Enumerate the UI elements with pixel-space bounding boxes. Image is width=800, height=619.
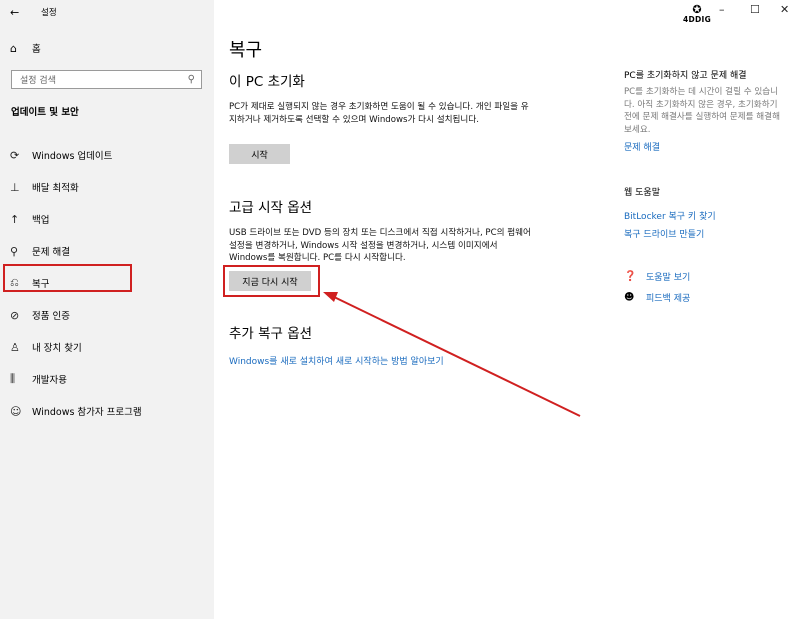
- logo-mark-icon: ✪: [692, 3, 702, 16]
- fresh-install-link[interactable]: Windows를 새로 설치하여 새로 시작하는 방법 알아보기: [229, 354, 444, 367]
- sidebar: ← 설정 ⌂ 홈 설정 검색 ⚲ 업데이트 및 보안 ⟳ Windows 업데이…: [0, 0, 214, 619]
- home-icon: ⌂: [10, 41, 17, 55]
- sidebar-item-label: 내 장치 찾기: [32, 343, 82, 354]
- reset-description: PC가 제대로 실행되지 않는 경우 초기화하면 도움이 될 수 있습니다. 개…: [229, 102, 529, 125]
- page-title: 복구: [229, 40, 263, 61]
- sidebar-item-label: 개발자용: [32, 375, 67, 386]
- home-label: 홈: [32, 44, 41, 55]
- advanced-startup-description: USB 드라이브 또는 DVD 등의 장치 또는 디스크에서 직접 시작하거나,…: [229, 228, 531, 263]
- sidebar-item-label: Windows 업데이트: [32, 151, 113, 162]
- sidebar-highlight-annotation: [3, 264, 132, 292]
- get-help-row[interactable]: ❓ 도움말 보기: [624, 270, 690, 283]
- insider-icon: ☺: [10, 404, 22, 418]
- sidebar-item-windows-update[interactable]: ⟳ Windows 업데이트: [0, 139, 214, 171]
- sidebar-item-label: 정품 인증: [32, 311, 70, 322]
- check-circle-icon: ⊘: [10, 308, 20, 322]
- sidebar-item-activation[interactable]: ⊘ 정품 인증: [0, 299, 214, 331]
- sidebar-item-home[interactable]: ⌂ 홈: [10, 41, 41, 56]
- backup-icon: ↑: [10, 212, 20, 226]
- sidebar-item-troubleshoot[interactable]: ⚲ 문제 해결: [0, 235, 214, 267]
- developer-icon: ⫼: [10, 372, 16, 385]
- find-device-icon: ♙: [10, 340, 20, 354]
- search-input[interactable]: 설정 검색 ⚲: [11, 70, 202, 89]
- bitlocker-link[interactable]: BitLocker 복구 키 찾기: [624, 209, 716, 222]
- close-button[interactable]: ✕: [780, 3, 789, 16]
- back-arrow-icon[interactable]: ←: [10, 6, 32, 19]
- sync-icon: ⟳: [10, 148, 20, 162]
- sidebar-item-insider[interactable]: ☺ Windows 참가자 프로그램: [0, 395, 214, 427]
- back-row: ← 설정: [10, 5, 57, 19]
- sidebar-item-developers[interactable]: ⫼ 개발자용: [0, 363, 214, 395]
- right-panel-title: PC를 초기화하지 않고 문제 해결: [624, 71, 747, 81]
- feedback-icon: ☻: [624, 292, 635, 303]
- right-panel-text: PC를 초기화하는 데 시간이 걸릴 수 있습니다. 아직 초기화하지 않은 경…: [624, 87, 780, 135]
- sidebar-item-label: 백업: [32, 215, 50, 226]
- more-recovery-heading: 추가 복구 옵션: [229, 326, 313, 342]
- restart-button-highlight-annotation: [223, 265, 320, 297]
- 4ddig-logo: ✪ 4DDIG: [680, 4, 714, 24]
- reset-heading: 이 PC 초기화: [229, 74, 305, 90]
- window-title: 설정: [41, 8, 57, 18]
- sidebar-item-backup[interactable]: ↑ 백업: [0, 203, 214, 235]
- sidebar-item-delivery-optimization[interactable]: ⊥ 배달 최적화: [0, 171, 214, 203]
- feedback-link[interactable]: 피드백 제공: [646, 291, 690, 304]
- minimize-button[interactable]: –: [719, 3, 725, 16]
- search-placeholder: 설정 검색: [20, 76, 56, 86]
- delivery-icon: ⊥: [10, 180, 20, 194]
- logo-text: 4DDIG: [682, 15, 712, 24]
- sidebar-item-label: 배달 최적화: [32, 183, 79, 194]
- section-title: 업데이트 및 보안: [11, 107, 79, 118]
- feedback-row[interactable]: ☻ 피드백 제공: [624, 291, 690, 304]
- maximize-button[interactable]: ☐: [750, 3, 760, 16]
- troubleshoot-link[interactable]: 문제 해결: [624, 140, 660, 153]
- sidebar-item-find-device[interactable]: ♙ 내 장치 찾기: [0, 331, 214, 363]
- recovery-drive-link[interactable]: 복구 드라이브 만들기: [624, 227, 704, 240]
- get-help-link[interactable]: 도움말 보기: [646, 270, 690, 283]
- sidebar-item-label: Windows 참가자 프로그램: [32, 407, 142, 418]
- sidebar-item-label: 문제 해결: [32, 247, 70, 258]
- wrench-icon: ⚲: [10, 244, 19, 258]
- chat-help-icon: ❓: [624, 271, 637, 282]
- reset-start-button[interactable]: 시작: [229, 144, 290, 164]
- search-icon: ⚲: [187, 74, 195, 85]
- advanced-startup-heading: 고급 시작 옵션: [229, 200, 313, 216]
- web-help-title: 웹 도움말: [624, 188, 660, 198]
